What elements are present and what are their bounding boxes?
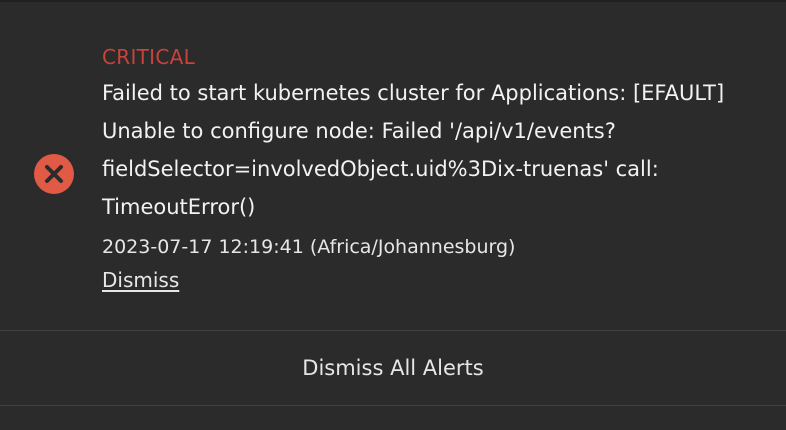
dismiss-all-alerts-button[interactable]: Dismiss All Alerts [0, 331, 786, 406]
alert-message-line: TimeoutError() [102, 195, 256, 219]
dismiss-all-label: Dismiss All Alerts [302, 356, 484, 380]
alert-message-line: fieldSelector=involvedObject.uid%3Dix-tr… [102, 157, 659, 181]
alert-message-line: Unable to configure node: Failed '/api/v… [102, 119, 616, 143]
alert-message-line: Failed to start kubernetes cluster for A… [102, 81, 725, 105]
alert-level: CRITICAL [102, 45, 196, 69]
alerts-panel: CRITICAL Failed to start kubernetes clus… [0, 0, 786, 430]
alert-timestamp: 2023-07-17 12:19:41 (Africa/Johannesburg… [102, 236, 516, 258]
panel-bottom-edge [0, 406, 786, 430]
alert-item: CRITICAL Failed to start kubernetes clus… [0, 2, 786, 331]
alert-body: CRITICAL Failed to start kubernetes clus… [102, 40, 772, 296]
error-icon [34, 154, 74, 194]
dismiss-link[interactable]: Dismiss [102, 264, 179, 296]
